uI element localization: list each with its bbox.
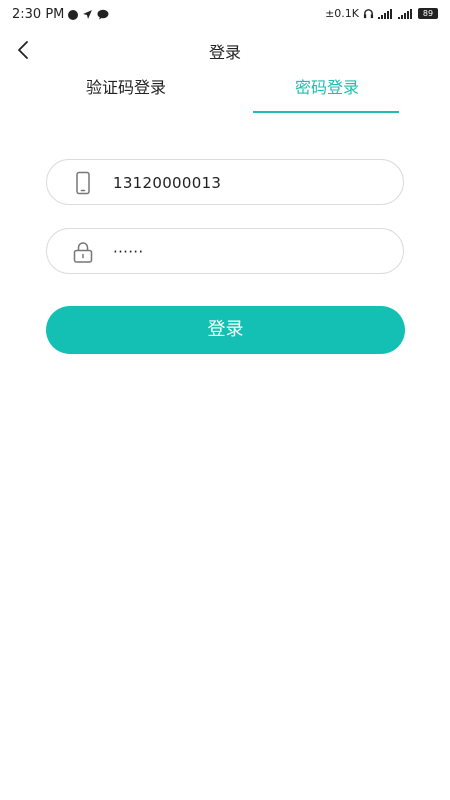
phone-value[interactable]: 13120000013 (113, 160, 221, 206)
title-bar: 登录 (0, 30, 450, 70)
phone-icon (76, 171, 90, 195)
page-title: 登录 (208, 43, 241, 62)
signal-icon (378, 8, 392, 19)
battery-icon: 89 (418, 8, 438, 19)
password-field[interactable]: ······ (46, 228, 404, 274)
login-tabs: 验证码登录 密码登录 (0, 70, 450, 114)
status-right: ±0.1K 89 (325, 7, 438, 20)
chat-bubble-icon (97, 9, 109, 20)
login-button[interactable]: 登录 (46, 306, 405, 354)
status-left: 2:30 PM (12, 7, 109, 22)
status-time: 2:30 PM (12, 7, 65, 22)
phone-field[interactable]: 13120000013 (46, 159, 404, 205)
notification-icon (68, 9, 79, 20)
lock-icon (73, 242, 93, 263)
headphones-icon (363, 9, 374, 19)
net-speed: ±0.1K (325, 7, 359, 20)
tab-password-login[interactable]: 密码登录 (252, 70, 402, 114)
active-tab-indicator (253, 111, 399, 113)
status-bar: 2:30 PM ±0.1K 89 (0, 0, 450, 30)
password-value[interactable]: ······ (113, 229, 143, 275)
tab-code-login[interactable]: 验证码登录 (51, 70, 201, 114)
login-screen: 2:30 PM ±0.1K 89 登录 验证码登录 密码登录 131200000… (0, 0, 450, 800)
signal-icon-2 (398, 8, 412, 19)
location-arrow-icon (83, 10, 93, 19)
